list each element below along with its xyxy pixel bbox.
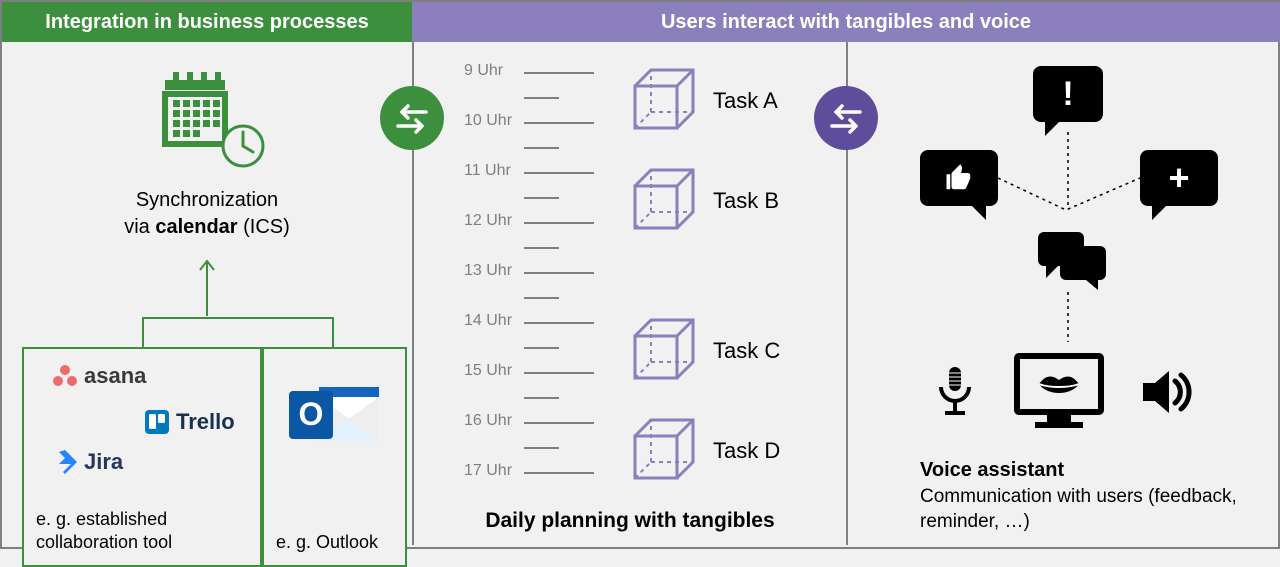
screen-lips-icon [1011,352,1107,437]
header-left: Integration in business processes [2,2,412,42]
outlook-caption: e. g. Outlook [276,531,393,554]
sync-caption: Synchronization via calendar (ICS) [124,187,290,241]
clock-icon [223,126,263,166]
task-item: Task A [629,66,778,136]
time-label: 13 Uhr [464,262,512,280]
sync-bold: calendar [155,216,237,238]
time-label: 16 Uhr [464,412,512,430]
panel-daily-planning: 9 Uhr 10 Uhr 11 Uhr 12 Uhr 13 Uhr 14 Uhr 15 Uh… [414,42,846,547]
trello-label: Trello [176,409,235,435]
time-label: 11 Uhr [464,162,511,180]
connector-horizontal [142,317,332,319]
task-item: Task B [629,166,779,236]
diagram-stage: Integration in business processes Users … [0,0,1280,549]
panel3-caption: Voice assistant Communication with users… [920,457,1256,535]
time-label: 14 Uhr [464,312,512,330]
outlook-box: O e. g. Outlook [262,347,407,567]
time-label: 17 Uhr [464,462,512,480]
panel-business-integration: Synchronization via calendar (ICS) asana… [2,42,412,547]
arrow-up-icon [197,256,217,316]
svg-text:O: O [298,396,323,432]
calendar-icon [147,72,267,177]
jira-label: Jira [84,449,123,475]
outlook-logo: O [285,379,385,464]
asana-label: asana [84,363,146,389]
time-label: 15 Uhr [464,362,512,380]
panel-voice-assistant: ! + Voice assistant Communication with u… [848,42,1280,547]
collab-tools-box: asana Trello Jira e. g. established coll… [22,347,262,567]
connector-right-drop [332,317,334,347]
task-label: Task C [713,338,780,364]
panel3-title: Voice assistant [920,459,1064,481]
time-label: 9 Uhr [464,62,503,80]
voice-device-row [848,352,1280,437]
task-label: Task B [713,188,779,214]
panel2-caption: Daily planning with tangibles [414,509,846,533]
cube-icon [629,316,699,386]
trello-logo: Trello [144,409,235,435]
sync-prefix: via [124,216,155,238]
task-label: Task A [713,88,778,114]
speech-bubble-thumbsup-icon [920,150,998,206]
collab-caption: e. g. established collaboration tool [36,508,248,553]
timeline: 9 Uhr10 Uhr11 Uhr12 Uhr13 Uhr14 Uhr15 Uh… [464,72,594,522]
time-label: 10 Uhr [464,112,512,130]
sync-line1: Synchronization [124,187,290,214]
cube-icon [629,416,699,486]
chat-pair-icon [1038,232,1108,297]
header-right: Users interact with tangibles and voice [412,2,1280,42]
task-label: Task D [713,438,780,464]
speaker-icon [1143,369,1193,420]
time-label: 12 Uhr [464,212,512,230]
panel3-desc: Communication with users (feedback, remi… [920,486,1237,533]
cube-icon [629,66,699,136]
speech-bubble-exclaim-icon: ! [1033,66,1103,122]
cube-icon [629,166,699,236]
microphone-icon [935,365,975,424]
connector-left-drop [142,317,144,347]
task-item: Task D [629,416,780,486]
jira-logo: Jira [52,449,123,475]
sync-suffix: (ICS) [238,216,290,238]
sync-line2: via calendar (ICS) [124,214,290,241]
asana-logo: asana [52,363,146,389]
task-item: Task C [629,316,780,386]
speech-bubble-plus-icon: + [1140,150,1218,206]
